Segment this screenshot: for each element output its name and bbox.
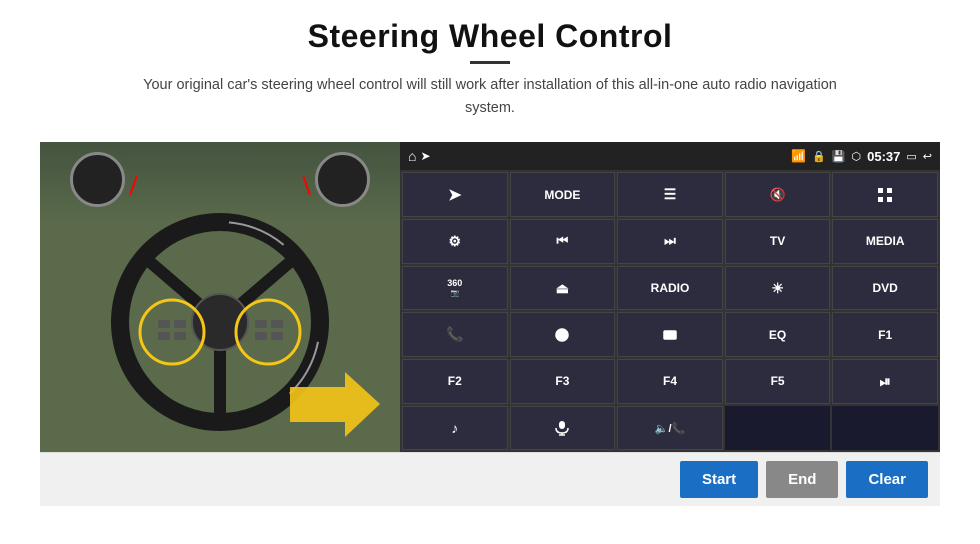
grid-btn-r1c1[interactable]: ➤: [402, 172, 508, 217]
grid-btn-r5c5[interactable]: ⏯: [832, 359, 938, 404]
grid-btn-r1c5[interactable]: [832, 172, 938, 217]
status-left: ⌂ ➤: [408, 148, 431, 164]
grid-btn-r5c1[interactable]: F2: [402, 359, 508, 404]
grid-btn-r5c4[interactable]: F5: [725, 359, 831, 404]
screen-icon: ▭: [906, 150, 916, 163]
start-button[interactable]: Start: [680, 461, 758, 498]
bluetooth-icon: ⬡: [852, 150, 862, 163]
page-title: Steering Wheel Control: [140, 18, 840, 55]
content-row: ⌂ ➤ 📶 🔒 💾 ⬡ 05:37 ▭ ↩ ➤MODE☰🔇⚙⏮⏭TVMEDIA3…: [40, 142, 940, 452]
status-right: 📶 🔒 💾 ⬡ 05:37 ▭ ↩: [791, 149, 932, 164]
grid-btn-r6c3[interactable]: 🔈/📞: [617, 406, 723, 451]
arrow-indicator: [290, 372, 380, 442]
grid-btn-r6c1[interactable]: ♪: [402, 406, 508, 451]
grid-btn-r6c2[interactable]: [510, 406, 616, 451]
home-icon[interactable]: ⌂: [408, 148, 416, 164]
grid-btn-r2c4[interactable]: TV: [725, 219, 831, 264]
gauge-right: [315, 152, 370, 207]
grid-btn-empty-1: [832, 406, 938, 451]
page-container: Steering Wheel Control Your original car…: [0, 0, 980, 544]
grid-btn-r2c3[interactable]: ⏭: [617, 219, 723, 264]
steering-wheel-image: [40, 142, 400, 452]
nav-icon[interactable]: ➤: [420, 149, 430, 163]
grid-btn-r4c1[interactable]: 📞: [402, 312, 508, 357]
grid-btn-r3c2[interactable]: ⏏: [510, 266, 616, 311]
grid-btn-r4c5[interactable]: F1: [832, 312, 938, 357]
subtitle: Your original car's steering wheel contr…: [140, 74, 840, 120]
grid-btn-r3c3[interactable]: RADIO: [617, 266, 723, 311]
grid-btn-r4c2[interactable]: [510, 312, 616, 357]
grid-btn-r3c1[interactable]: 360📷: [402, 266, 508, 311]
bottom-bar: Start End Clear: [40, 452, 940, 506]
grid-btn-empty-0: [725, 406, 831, 451]
title-section: Steering Wheel Control Your original car…: [140, 18, 840, 120]
gauge-left: [70, 152, 125, 207]
sd-icon: 💾: [832, 150, 846, 163]
grid-btn-r4c3[interactable]: [617, 312, 723, 357]
grid-btn-r3c4[interactable]: ☀: [725, 266, 831, 311]
wifi-icon: 📶: [791, 149, 806, 163]
time-display: 05:37: [867, 149, 900, 164]
grid-btn-r3c5[interactable]: DVD: [832, 266, 938, 311]
grid-btn-r2c2[interactable]: ⏮: [510, 219, 616, 264]
grid-btn-r1c2[interactable]: MODE: [510, 172, 616, 217]
control-grid: ➤MODE☰🔇 ⚙⏮⏭TVMEDIA 360📷⏏RADIO☀DVD 📞 EQF1 F2F3…: [400, 170, 940, 452]
grid-btn-r2c1[interactable]: ⚙: [402, 219, 508, 264]
grid-btn-r4c4[interactable]: EQ: [725, 312, 831, 357]
grid-btn-r2c5[interactable]: MEDIA: [832, 219, 938, 264]
end-button[interactable]: End: [766, 461, 838, 498]
grid-btn-r1c3[interactable]: ☰: [617, 172, 723, 217]
title-divider: [470, 61, 510, 64]
status-bar: ⌂ ➤ 📶 🔒 💾 ⬡ 05:37 ▭ ↩: [400, 142, 940, 170]
grid-btn-r5c2[interactable]: F3: [510, 359, 616, 404]
lock-icon: 🔒: [812, 150, 826, 163]
clear-button[interactable]: Clear: [846, 461, 928, 498]
grid-btn-r1c4[interactable]: 🔇: [725, 172, 831, 217]
back-icon[interactable]: ↩: [923, 150, 932, 163]
grid-btn-r5c3[interactable]: F4: [617, 359, 723, 404]
control-panel: ⌂ ➤ 📶 🔒 💾 ⬡ 05:37 ▭ ↩ ➤MODE☰🔇⚙⏮⏭TVMEDIA3…: [400, 142, 940, 452]
